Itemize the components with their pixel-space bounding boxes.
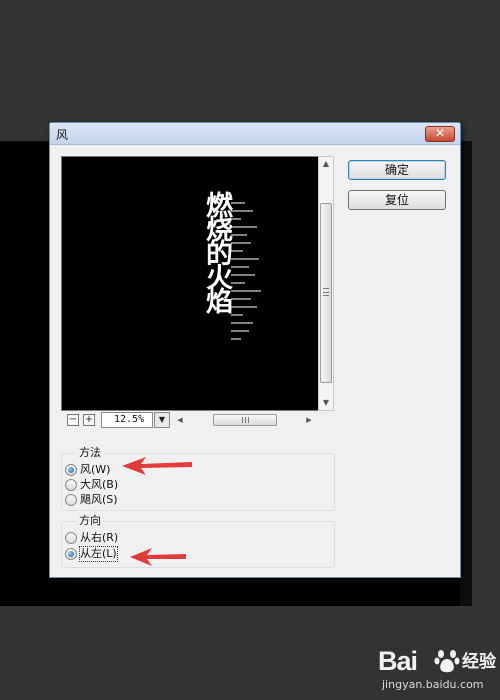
preview-horizontal-scrollbar[interactable]: ◀ ▶ bbox=[173, 413, 316, 427]
ok-button[interactable]: 确定 bbox=[348, 160, 446, 180]
radio-label: 从左(L) bbox=[79, 546, 118, 562]
scroll-right-icon[interactable]: ▶ bbox=[302, 413, 316, 427]
radio-icon[interactable] bbox=[65, 494, 77, 506]
wind-filter-dialog: 风 ✕ 燃烧的火焰 ▲ ▼ − + 12.5% ▼ ◀ ▶ 确定 复位 方法 风… bbox=[49, 122, 461, 578]
zoom-level-field[interactable]: 12.5% bbox=[101, 412, 153, 428]
radio-label: 从右(R) bbox=[80, 531, 119, 544]
wind-streaks-icon bbox=[231, 202, 261, 340]
preview-text: 燃烧的火焰 bbox=[201, 191, 232, 311]
close-icon: ✕ bbox=[434, 126, 446, 140]
grip-icon bbox=[242, 417, 249, 423]
zoom-in-button[interactable]: + bbox=[83, 414, 95, 426]
radio-selected-icon[interactable] bbox=[65, 548, 77, 560]
grip-icon bbox=[323, 288, 329, 296]
vertical-scroll-thumb[interactable] bbox=[320, 203, 332, 383]
dialog-title: 风 bbox=[56, 128, 69, 142]
radio-icon[interactable] bbox=[65, 532, 77, 544]
radio-label: 飓风(S) bbox=[80, 493, 118, 506]
radio-label: 风(W) bbox=[80, 463, 111, 476]
scroll-up-icon[interactable]: ▲ bbox=[319, 157, 333, 171]
radio-selected-icon[interactable] bbox=[65, 464, 77, 476]
baidu-jingyan-watermark: Bai 经验 jingyan.baidu.com bbox=[378, 646, 496, 696]
zoom-bar: − + 12.5% ▼ ◀ ▶ bbox=[61, 411, 334, 429]
zoom-out-button[interactable]: − bbox=[67, 414, 79, 426]
reset-button[interactable]: 复位 bbox=[348, 190, 446, 210]
zoom-dropdown-button[interactable]: ▼ bbox=[154, 412, 170, 428]
dialog-titlebar[interactable]: 风 ✕ bbox=[50, 123, 460, 145]
method-legend: 方法 bbox=[76, 445, 104, 461]
radio-icon[interactable] bbox=[65, 479, 77, 491]
horizontal-scroll-thumb[interactable] bbox=[213, 414, 277, 426]
scroll-down-icon[interactable]: ▼ bbox=[319, 396, 333, 410]
watermark-logo-text: 经验 bbox=[462, 652, 496, 672]
watermark-logo: Bai bbox=[378, 646, 418, 676]
preview-pane[interactable]: 燃烧的火焰 bbox=[61, 156, 333, 411]
paw-icon bbox=[434, 650, 460, 673]
direction-group: 方向 从右(R) 从左(L) bbox=[61, 513, 335, 568]
close-button[interactable]: ✕ bbox=[425, 126, 455, 142]
scroll-left-icon[interactable]: ◀ bbox=[173, 413, 187, 427]
canvas-shadow bbox=[460, 141, 472, 606]
direction-legend: 方向 bbox=[76, 513, 104, 529]
radio-label: 大风(B) bbox=[80, 478, 119, 491]
watermark-url: jingyan.baidu.com bbox=[382, 678, 484, 691]
method-group: 方法 风(W) 大风(B) 飓风(S) bbox=[61, 445, 335, 511]
preview-vertical-scrollbar[interactable]: ▲ ▼ bbox=[318, 156, 334, 411]
